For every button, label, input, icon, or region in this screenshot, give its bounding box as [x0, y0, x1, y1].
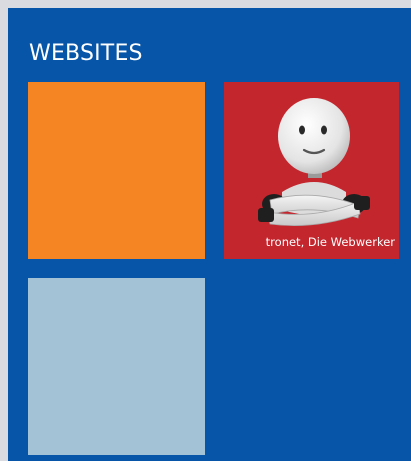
website-tile-orange[interactable] [28, 82, 205, 259]
section-title: WEBSITES [29, 41, 143, 66]
websites-panel: WEBSITES tronet, Die Webwerker [8, 8, 411, 461]
website-tile-lightblue[interactable] [28, 278, 205, 455]
website-tile-tronet[interactable]: tronet, Die Webwerker [224, 82, 399, 259]
tile-label: tronet, Die Webwerker [265, 235, 395, 249]
robot-mascot-icon [258, 98, 370, 227]
